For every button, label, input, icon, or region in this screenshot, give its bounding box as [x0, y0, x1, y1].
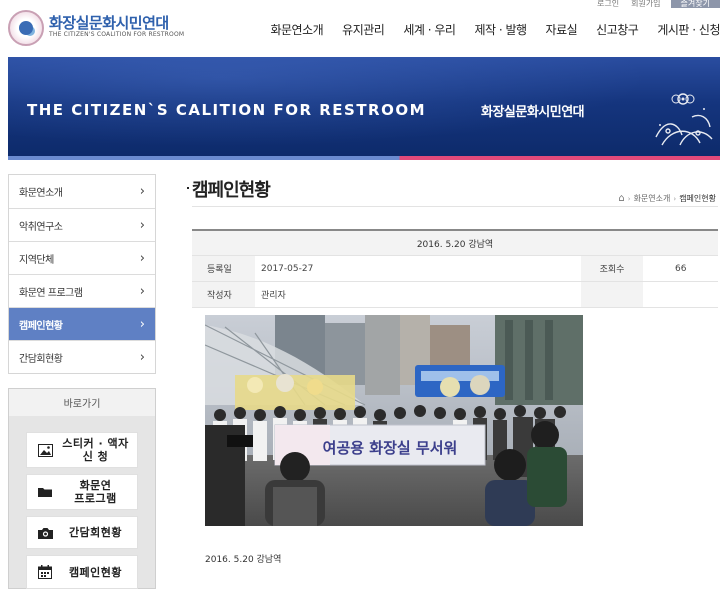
- breadcrumb: ⌂ › 화문연소개 › 캠페인현황: [618, 193, 716, 204]
- folder-icon: [36, 483, 54, 501]
- title-divider: [192, 206, 718, 207]
- quick-label-line1: 간담회현황: [68, 526, 123, 539]
- nav-item-archive[interactable]: 자료실: [546, 21, 578, 38]
- breadcrumb-separator-icon: ›: [673, 194, 677, 203]
- sidebar-item-label: 화문연 프로그램: [19, 287, 83, 299]
- logo-icon[interactable]: [8, 10, 44, 46]
- date-label: 등록일: [192, 256, 255, 281]
- quick-label-line2: 프로그램: [74, 492, 117, 505]
- top-banner: THE CITIZEN`S CALITION FOR RESTROOM 화장실문…: [8, 57, 720, 158]
- nav-item-world[interactable]: 세계 · 우리: [403, 21, 456, 38]
- quick-label-line1: 캠페인현황: [68, 565, 123, 579]
- banner-title-ko: 화장실문화시민연대: [481, 105, 585, 120]
- chevron-right-icon: ›: [139, 349, 145, 365]
- quick-meeting-button[interactable]: 간담회현황: [26, 516, 138, 549]
- sidebar-item-label: 악취연구소: [19, 221, 63, 233]
- sidebar-item-program[interactable]: 화문연 프로그램 ›: [9, 274, 155, 307]
- post-title: 2016. 5.20 강남역: [416, 239, 494, 250]
- chevron-right-icon: ›: [139, 217, 145, 233]
- chevron-right-icon: ›: [139, 250, 145, 266]
- quick-program-button[interactable]: 화문연 프로그램: [26, 474, 138, 510]
- author-row-blank: [581, 282, 643, 307]
- login-link[interactable]: 로그인: [597, 0, 619, 8]
- photo-caption: 2016. 5.20 강남역: [205, 555, 282, 565]
- breadcrumb-item[interactable]: 화문연소개: [634, 193, 671, 204]
- banner-stripe: [8, 156, 720, 160]
- protest-banner-text: 여공용 화장실 무서워: [323, 439, 458, 457]
- brand-name[interactable]: 화장실문화시민연대: [49, 12, 169, 33]
- quick-label-line2: 신 청: [82, 450, 109, 463]
- nav-item-publish[interactable]: 제작 · 발행: [474, 21, 527, 38]
- author-value: 관리자: [261, 291, 286, 301]
- sidebar-item-intro[interactable]: 화문연소개 ›: [9, 175, 155, 208]
- nav-item-maintenance[interactable]: 유지관리: [342, 21, 385, 38]
- calendar-icon: [36, 563, 54, 581]
- join-link[interactable]: 회원가입: [631, 0, 660, 8]
- chevron-right-icon: ›: [139, 316, 145, 332]
- sidebar: 화문연소개 › 악취연구소 › 지역단체 › 화문연 프로그램 › 캠페인현황 …: [8, 174, 156, 374]
- quick-label-line1: 화문연: [79, 479, 112, 492]
- campaign-photo: 여공용 화장실 무서워: [205, 315, 583, 526]
- utility-bar: 로그인 회원가입 즐겨찾기: [585, 0, 720, 9]
- main-nav: 화문연소개 유지관리 세계 · 우리 제작 · 발행 자료실 신고창구 게시판 …: [251, 21, 720, 38]
- nav-item-report[interactable]: 신고창구: [596, 21, 639, 38]
- chevron-right-icon: ›: [139, 283, 145, 299]
- sidebar-item-regional[interactable]: 지역단체 ›: [9, 241, 155, 274]
- post-date-row: 등록일 2017-05-27 조회수 66: [192, 256, 718, 282]
- quick-links-title: 바로가기: [8, 388, 156, 417]
- post-title-row: 2016. 5.20 강남역: [192, 231, 718, 256]
- post-author-row: 작성자 관리자: [192, 282, 718, 308]
- brand-subtitle: THE CITIZEN'S COALITION FOR RESTROOM: [49, 31, 185, 38]
- sidebar-item-label: 캠페인현황: [19, 320, 63, 332]
- date-value: 2017-05-27: [261, 263, 314, 274]
- home-icon[interactable]: ⌂: [618, 193, 624, 204]
- sidebar-item-label: 화문연소개: [19, 188, 63, 199]
- flower-decoration-icon: [655, 93, 713, 146]
- breadcrumb-current: 캠페인현황: [679, 194, 716, 203]
- camera-icon: [36, 524, 54, 542]
- chevron-right-icon: ›: [139, 184, 145, 199]
- nav-item-intro[interactable]: 화문연소개: [270, 21, 323, 38]
- bookmark-button[interactable]: 즐겨찾기: [670, 0, 720, 8]
- quick-campaign-button[interactable]: 캠페인현황: [26, 555, 138, 589]
- sidebar-item-meeting[interactable]: 간담회현황 ›: [9, 340, 155, 373]
- page-title: 캠페인현황: [187, 176, 271, 202]
- sidebar-item-campaign[interactable]: 캠페인현황 ›: [9, 307, 155, 340]
- quick-links: 스티커 · 액자 신 청 화문연 프로그램 간담회현황 캠페인현황: [8, 416, 156, 589]
- image-icon: [36, 441, 54, 459]
- quick-sticker-button[interactable]: 스티커 · 액자 신 청: [26, 432, 138, 468]
- breadcrumb-separator-icon: ›: [627, 194, 631, 203]
- banner-title-en: THE CITIZEN`S CALITION FOR RESTROOM: [27, 101, 427, 119]
- sidebar-item-label: 간담회현황: [19, 353, 63, 365]
- views-label: 조회수: [581, 256, 643, 281]
- nav-item-board[interactable]: 게시판 · 신청: [657, 21, 720, 38]
- author-label: 작성자: [192, 282, 255, 307]
- views-value: 66: [675, 263, 687, 274]
- sidebar-item-label: 지역단체: [19, 254, 54, 266]
- quick-label-line1: 스티커 · 액자: [62, 437, 129, 450]
- sidebar-item-odor-lab[interactable]: 악취연구소 ›: [9, 208, 155, 241]
- post-info-table: 2016. 5.20 강남역 등록일 2017-05-27 조회수 66 작성자…: [192, 229, 718, 308]
